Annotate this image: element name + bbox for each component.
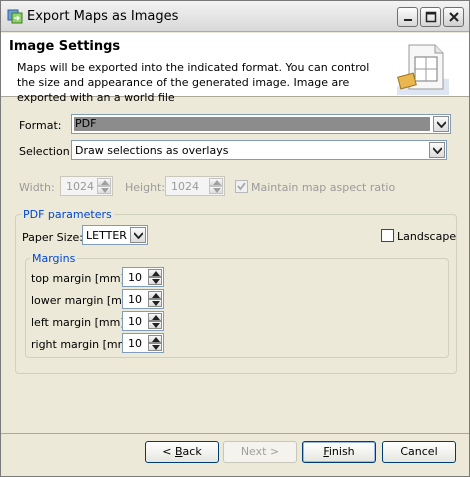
- maintain-aspect-checkbox[interactable]: [235, 180, 248, 193]
- height-value: 1024: [171, 180, 199, 193]
- lower-margin-decrement-button[interactable]: [148, 299, 162, 307]
- left-margin-label: left margin [mm]: [31, 316, 125, 329]
- spin-up-icon: [152, 337, 160, 342]
- close-icon: [449, 12, 459, 22]
- top-margin-decrement-button[interactable]: [148, 277, 162, 285]
- right-margin-label: right margin [mm]: [31, 338, 133, 351]
- width-value: 1024: [66, 180, 94, 193]
- wizard-header: Image Settings Maps will be exported int…: [1, 33, 469, 104]
- top-margin-label: top margin [mm]: [31, 272, 125, 285]
- margins-legend: Margins: [30, 252, 78, 265]
- wizard-image-icon: [397, 44, 449, 95]
- selection-label: Selection:: [19, 145, 74, 158]
- lower-margin-label: lower margin [mm]: [31, 294, 137, 307]
- paper-size-value: LETTER: [86, 229, 127, 242]
- spin-up-icon: [213, 180, 221, 185]
- top-margin-value: 10: [128, 271, 142, 284]
- next-button[interactable]: Next >: [223, 441, 297, 463]
- height-spinner[interactable]: 1024: [165, 176, 225, 196]
- height-decrement-button[interactable]: [209, 186, 223, 194]
- maintain-aspect-label: Maintain map aspect ratio: [251, 181, 396, 194]
- maximize-button[interactable]: [420, 7, 441, 27]
- pdf-parameters-legend: PDF parameters: [21, 208, 114, 221]
- spin-down-icon: [152, 323, 160, 328]
- title-bar[interactable]: Export Maps as Images: [1, 1, 469, 32]
- left-margin-spinner[interactable]: 10: [122, 311, 164, 331]
- chevron-down-icon: [134, 232, 143, 239]
- paper-size-dropdown-button[interactable]: [130, 227, 146, 243]
- spin-up-icon: [152, 315, 160, 320]
- spin-down-icon: [152, 301, 160, 306]
- cancel-button[interactable]: Cancel: [382, 441, 456, 463]
- right-margin-spinner[interactable]: 10: [122, 333, 164, 353]
- spin-up-icon: [152, 293, 160, 298]
- format-label: Format:: [19, 119, 62, 132]
- page-title: Image Settings: [9, 39, 121, 54]
- spin-up-icon: [101, 180, 109, 185]
- format-value: PDF: [74, 117, 430, 131]
- width-spinner[interactable]: 1024: [60, 176, 113, 196]
- chevron-down-icon: [433, 147, 442, 154]
- left-margin-value: 10: [128, 315, 142, 328]
- export-dialog: Export Maps as Images Image Settings Map…: [0, 0, 470, 477]
- minimize-icon: [404, 19, 412, 21]
- landscape-label: Landscape: [397, 230, 457, 243]
- lower-margin-spinner[interactable]: 10: [122, 289, 164, 309]
- right-margin-increment-button[interactable]: [148, 335, 162, 343]
- lower-margin-value: 10: [128, 293, 142, 306]
- paper-size-label: Paper Size:: [22, 231, 83, 244]
- selection-value: Draw selections as overlays: [75, 144, 229, 157]
- lower-margin-increment-button[interactable]: [148, 291, 162, 299]
- spin-down-icon: [152, 279, 160, 284]
- export-maps-icon: [7, 9, 23, 24]
- right-margin-decrement-button[interactable]: [148, 343, 162, 351]
- width-decrement-button[interactable]: [97, 186, 111, 194]
- landscape-checkbox[interactable]: [381, 229, 394, 242]
- selection-dropdown-button[interactable]: [429, 142, 445, 158]
- footer-separator: [1, 433, 469, 434]
- spin-down-icon: [101, 188, 109, 193]
- top-margin-spinner[interactable]: 10: [122, 267, 164, 287]
- spin-down-icon: [152, 345, 160, 350]
- left-margin-decrement-button[interactable]: [148, 321, 162, 329]
- finish-button[interactable]: Finish: [302, 441, 376, 463]
- width-label: Width:: [19, 181, 55, 194]
- spin-up-icon: [152, 271, 160, 276]
- checkmark-icon: [237, 182, 246, 191]
- width-increment-button[interactable]: [97, 178, 111, 186]
- top-margin-increment-button[interactable]: [148, 269, 162, 277]
- left-margin-increment-button[interactable]: [148, 313, 162, 321]
- window-title: Export Maps as Images: [27, 9, 179, 24]
- selection-select[interactable]: Draw selections as overlays: [71, 140, 447, 160]
- chevron-down-icon: [437, 121, 446, 128]
- maximize-icon: [425, 11, 437, 23]
- spin-down-icon: [213, 188, 221, 193]
- paper-size-select[interactable]: LETTER: [82, 225, 148, 245]
- page-description: Maps will be exported into the indicated…: [17, 61, 370, 104]
- close-button[interactable]: [443, 7, 464, 27]
- height-label: Height:: [125, 181, 166, 194]
- format-dropdown-button[interactable]: [433, 116, 449, 132]
- minimize-button[interactable]: [397, 7, 418, 27]
- height-increment-button[interactable]: [209, 178, 223, 186]
- right-margin-value: 10: [128, 337, 142, 350]
- back-button[interactable]: < Back: [145, 441, 219, 463]
- format-select[interactable]: PDF: [71, 114, 451, 134]
